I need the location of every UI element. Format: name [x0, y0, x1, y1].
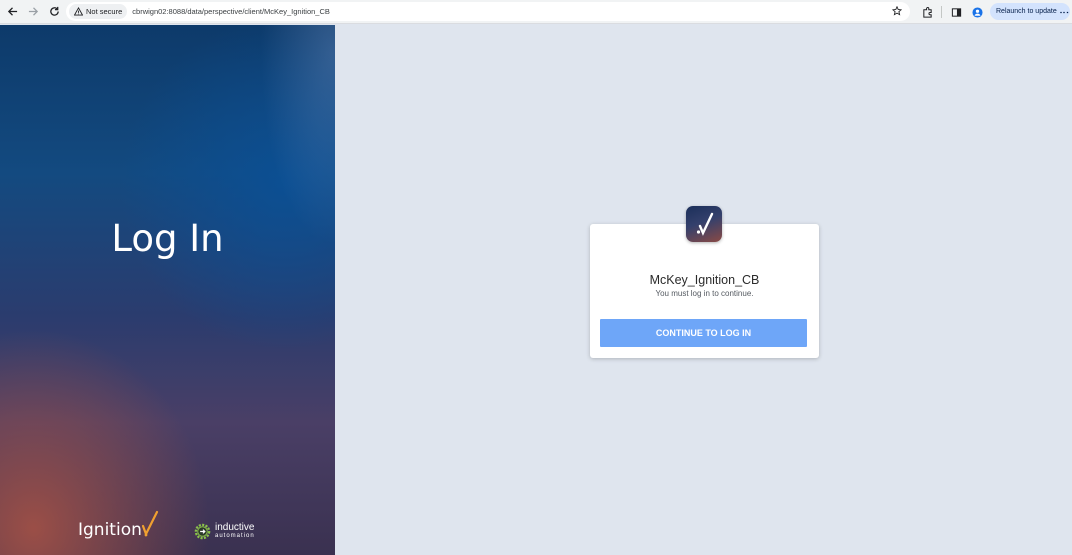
ignition-logo: Ignition — [78, 510, 159, 540]
continue-to-log-in-button[interactable]: CONTINUE TO LOG IN — [600, 319, 807, 347]
ignition-app-icon — [686, 206, 722, 242]
kebab-menu-icon[interactable]: ⋮ — [1060, 8, 1070, 16]
inductive-automation-logo: inductive automation — [193, 522, 255, 541]
profile-icon[interactable] — [969, 4, 985, 20]
security-label: Not secure — [86, 7, 123, 16]
url-text[interactable]: cbrwign02:8088/data/perspective/client/M… — [132, 7, 330, 16]
toolbar-divider — [941, 6, 942, 18]
gear-icon — [194, 523, 211, 540]
reload-icon[interactable] — [44, 2, 64, 22]
star-icon[interactable] — [890, 4, 904, 18]
ignition-check-icon — [141, 510, 158, 537]
left-hero-panel — [0, 25, 335, 555]
login-subtitle: You must log in to continue. — [655, 289, 754, 298]
extensions-icon[interactable] — [919, 4, 935, 20]
ignition-logo-text: Ignition — [78, 520, 142, 540]
security-chip[interactable]: Not secure — [69, 4, 128, 19]
project-name: McKey_Ignition_CB — [649, 273, 760, 287]
automation-text: automation — [215, 532, 255, 539]
forward-arrow-icon[interactable] — [23, 2, 43, 22]
browser-toolbar: Not secure cbrwign02:8088/data/perspecti… — [0, 0, 1072, 24]
back-arrow-icon[interactable] — [2, 2, 22, 22]
warning-icon — [74, 7, 83, 16]
side-panel-icon[interactable] — [948, 4, 964, 20]
relaunch-label: Relaunch to update — [996, 8, 1057, 15]
hero-shine — [260, 25, 335, 245]
inductive-automation-text: inductive automation — [215, 521, 255, 541]
relaunch-button[interactable]: Relaunch to update ⋮ — [990, 3, 1070, 20]
address-bar[interactable]: Not secure cbrwign02:8088/data/perspecti… — [66, 2, 910, 21]
inductive-text: inductive — [215, 521, 255, 533]
page-title: Log In — [111, 217, 224, 260]
